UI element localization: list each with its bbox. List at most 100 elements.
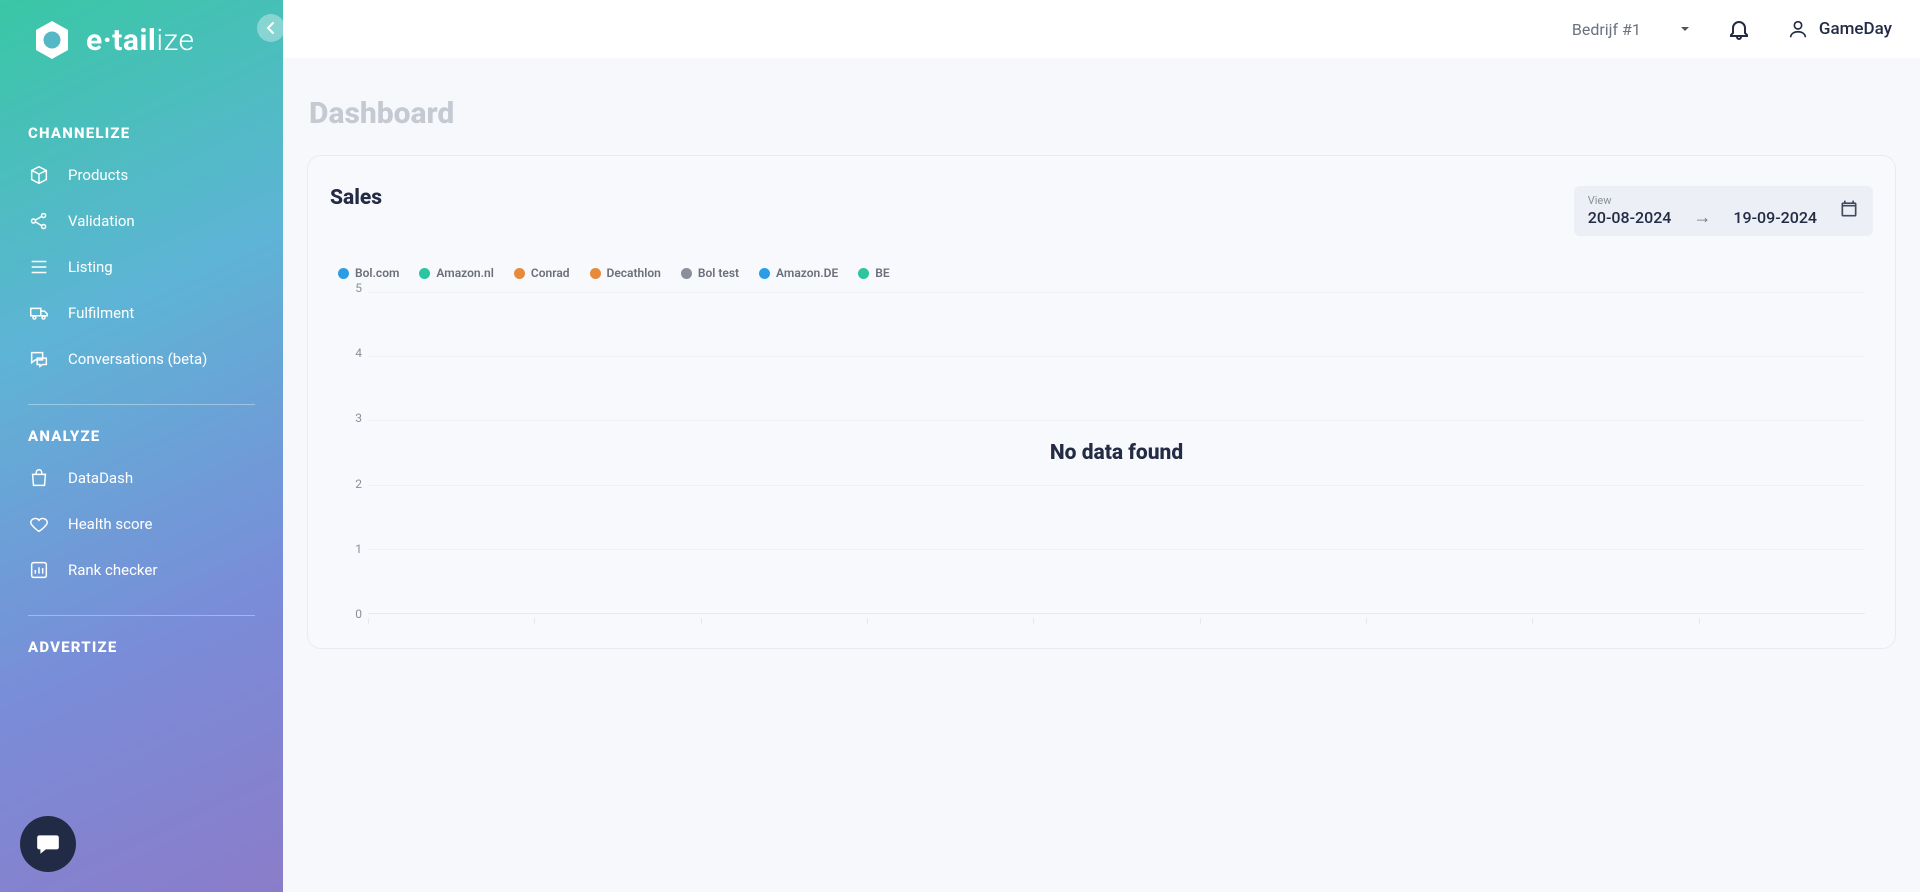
chart-plot: No data found	[368, 292, 1865, 614]
sidebar-item-products[interactable]: Products	[26, 152, 257, 198]
date-to: 19-09-2024	[1733, 208, 1817, 227]
date-range-label: View	[1588, 194, 1817, 207]
sidebar-nav: CHANNELIZE Products Validation Listing Fulfi…	[0, 102, 283, 886]
collapse-sidebar-button[interactable]	[257, 14, 285, 42]
main: Bedrijf #1 GameDay Dashboard Sales View	[283, 0, 1920, 892]
chat-widget-button[interactable]	[20, 816, 76, 872]
sidebar-item-label: Conversations (beta)	[68, 350, 207, 368]
legend-label: Bol test	[698, 266, 739, 280]
legend-item[interactable]: Amazon.DE	[759, 266, 838, 280]
y-tick: 3	[355, 411, 362, 425]
y-tick: 5	[355, 281, 362, 295]
logo[interactable]: e·tailize	[0, 18, 283, 72]
date-range-picker[interactable]: View 20-08-2024 → 19-09-2024	[1574, 186, 1873, 236]
company-dropdown[interactable]: Bedrijf #1	[1572, 20, 1691, 39]
sidebar-item-rank-checker[interactable]: Rank checker	[26, 547, 257, 593]
sidebar-item-label: Validation	[68, 212, 135, 230]
chat-icon	[35, 831, 61, 857]
chevron-left-icon	[265, 22, 277, 34]
sidebar-item-label: Fulfilment	[68, 304, 134, 322]
date-from: 20-08-2024	[1588, 208, 1672, 227]
sales-card: Sales View 20-08-2024 → 19-09-2024	[307, 155, 1896, 649]
notifications-button[interactable]	[1727, 17, 1751, 41]
sidebar-item-label: Rank checker	[68, 561, 157, 579]
list-icon	[28, 256, 50, 278]
date-range-values: 20-08-2024 → 19-09-2024	[1588, 207, 1817, 228]
bag-icon	[28, 467, 50, 489]
section-title: ANALYZE	[28, 427, 257, 445]
grid-line	[368, 356, 1865, 357]
sidebar-item-label: DataDash	[68, 469, 133, 487]
arrow-right-icon: →	[1693, 207, 1711, 228]
sidebar-item-label: Listing	[68, 258, 113, 276]
section-title: ADVERTIZE	[28, 638, 257, 656]
barchart-icon	[28, 559, 50, 581]
content: Dashboard Sales View 20-08-2024 → 19-09-…	[283, 58, 1920, 892]
chart-empty-message: No data found	[368, 441, 1865, 465]
y-tick: 0	[355, 607, 362, 621]
legend-item[interactable]: Conrad	[514, 266, 570, 280]
topbar-right: Bedrijf #1 GameDay	[1572, 17, 1892, 41]
topbar: Bedrijf #1 GameDay	[283, 0, 1920, 58]
user-icon	[1787, 18, 1809, 40]
sidebar: e·tailize CHANNELIZE Products Validation Li…	[0, 0, 283, 892]
legend-dot-icon	[759, 268, 770, 279]
legend-item[interactable]: Bol.com	[338, 266, 399, 280]
user-name: GameDay	[1819, 19, 1892, 39]
chart: 543210 No data found	[338, 288, 1865, 628]
legend-dot-icon	[858, 268, 869, 279]
legend-dot-icon	[590, 268, 601, 279]
sidebar-item-listing[interactable]: Listing	[26, 244, 257, 290]
sidebar-item-conversations-beta[interactable]: Conversations (beta)	[26, 336, 257, 382]
date-range-inner: View 20-08-2024 → 19-09-2024	[1588, 194, 1817, 228]
y-tick: 2	[355, 477, 362, 491]
legend-dot-icon	[514, 268, 525, 279]
sidebar-item-validation[interactable]: Validation	[26, 198, 257, 244]
card-header: Sales View 20-08-2024 → 19-09-2024	[330, 186, 1873, 236]
divider	[28, 404, 255, 405]
legend-dot-icon	[338, 268, 349, 279]
legend-label: Amazon.nl	[436, 266, 493, 280]
grid-line	[368, 292, 1865, 293]
x-tick	[368, 618, 534, 624]
x-tick	[1532, 618, 1698, 624]
x-tick	[867, 618, 1033, 624]
chevron-down-icon	[1679, 23, 1691, 35]
x-tick	[1200, 618, 1366, 624]
y-tick: 1	[355, 542, 362, 556]
sidebar-item-health-score[interactable]: Health score	[26, 501, 257, 547]
sidebar-item-fulfilment[interactable]: Fulfilment	[26, 290, 257, 336]
page-title: Dashboard	[309, 96, 1896, 131]
logo-mark-icon	[30, 18, 74, 62]
share-icon	[28, 210, 50, 232]
chart-legend: Bol.com Amazon.nl Conrad Decathlon Bol test A…	[338, 266, 1873, 280]
company-name: Bedrijf #1	[1572, 20, 1641, 39]
x-tick	[1366, 618, 1532, 624]
legend-label: Conrad	[531, 266, 570, 280]
divider	[28, 615, 255, 616]
chart-y-axis: 543210	[338, 288, 368, 614]
x-tick	[701, 618, 867, 624]
legend-label: Bol.com	[355, 266, 399, 280]
legend-label: Decathlon	[607, 266, 661, 280]
x-tick	[1699, 618, 1865, 624]
x-tick	[1033, 618, 1199, 624]
chat-icon	[28, 348, 50, 370]
card-title: Sales	[330, 186, 382, 210]
sidebar-item-label: Products	[68, 166, 128, 184]
grid-line	[368, 549, 1865, 550]
legend-item[interactable]: Amazon.nl	[419, 266, 493, 280]
legend-item[interactable]: BE	[858, 266, 889, 280]
legend-item[interactable]: Bol test	[681, 266, 739, 280]
legend-dot-icon	[419, 268, 430, 279]
y-tick: 4	[355, 346, 362, 360]
legend-dot-icon	[681, 268, 692, 279]
box-icon	[28, 164, 50, 186]
chart-x-ticks	[368, 618, 1865, 628]
user-menu[interactable]: GameDay	[1787, 18, 1892, 40]
truck-icon	[28, 302, 50, 324]
section-title: CHANNELIZE	[28, 124, 257, 142]
sidebar-item-datadash[interactable]: DataDash	[26, 455, 257, 501]
x-tick	[534, 618, 700, 624]
legend-item[interactable]: Decathlon	[590, 266, 661, 280]
